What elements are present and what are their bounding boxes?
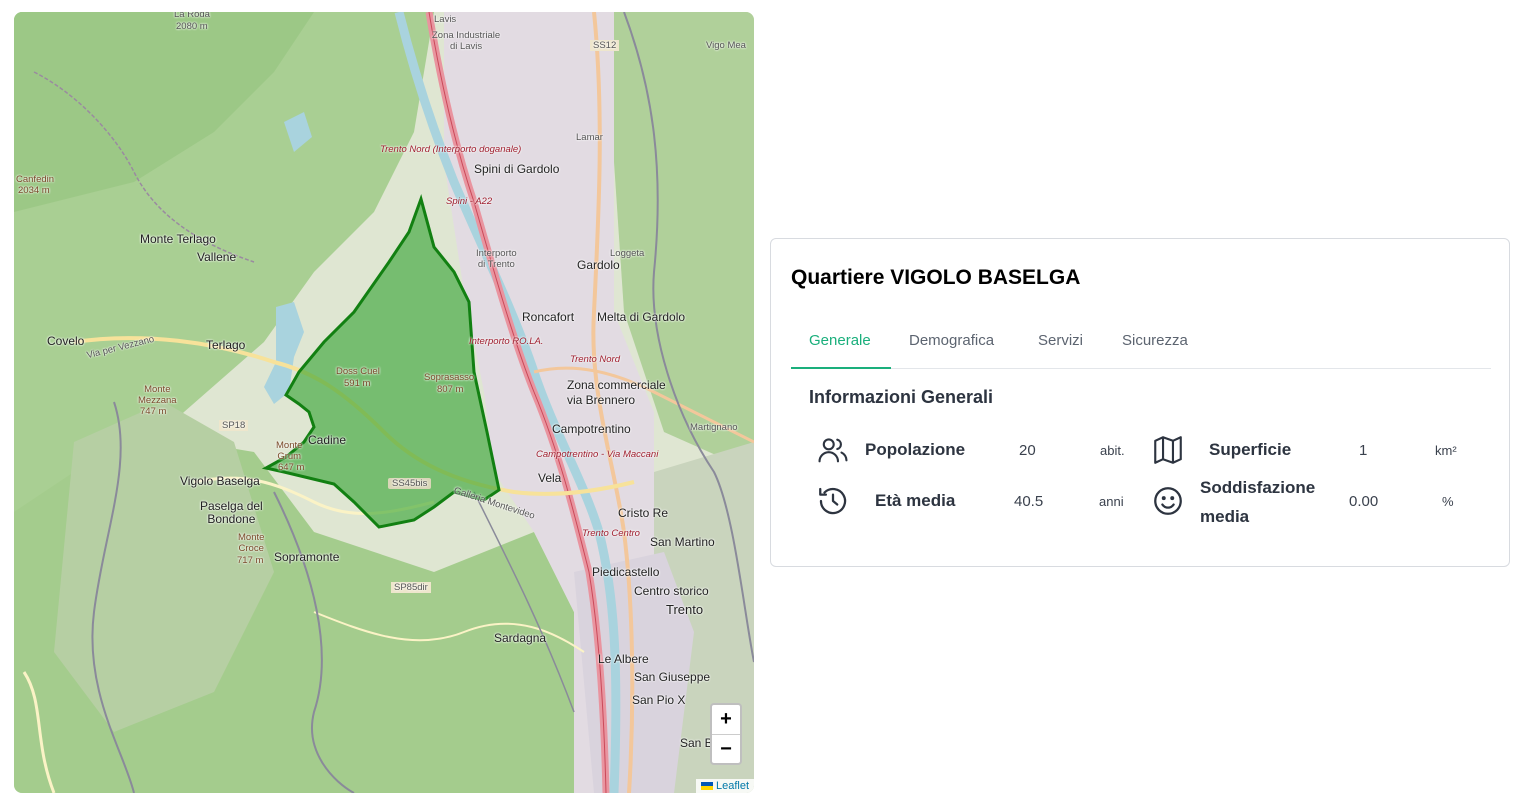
map-label: Spini di Gardolo: [474, 162, 560, 176]
map-label: Loggeta: [610, 248, 645, 259]
map-label: Piedicastello: [592, 565, 660, 579]
map-label: Lamar: [576, 132, 603, 143]
map-label: Monte Terlago: [140, 232, 216, 246]
map-label: Cristo Re: [618, 506, 669, 520]
stat-unit-superficie: km²: [1435, 443, 1457, 458]
map-label: Covelo: [47, 334, 85, 348]
map-label: 2080 m: [176, 21, 208, 32]
map-container[interactable]: La Roda 2080 m Canfedin 2034 m Monte Ter…: [14, 12, 754, 793]
map-label: Trento Nord (Interporto doganale): [380, 144, 522, 155]
stat-value-superficie: 1: [1359, 442, 1368, 459]
map-label: Campotrentino: [552, 422, 631, 436]
stat-label-popolazione: Popolazione: [865, 440, 966, 459]
map-label: Monte Grum: [276, 440, 303, 462]
info-panel: Quartiere VIGOLO BASELGA Generale Demogr…: [770, 238, 1510, 567]
map-label: Vela: [538, 471, 562, 485]
stat-value-eta-media: 40.5: [1014, 493, 1044, 510]
map-icon: [1154, 436, 1182, 464]
map-label: Vigo Mea: [706, 40, 746, 51]
map-label: 807 m: [437, 384, 464, 395]
stat-label-superficie: Superficie: [1209, 440, 1292, 459]
panel-title: Quartiere VIGOLO BASELGA: [791, 266, 1081, 289]
map-label: Interporto di Trento: [476, 248, 517, 270]
users-icon: [818, 438, 848, 463]
map-label: Zona Industriale di Lavis: [432, 30, 501, 52]
map-label: La Roda: [174, 12, 210, 20]
map-label: Sopramonte: [274, 550, 340, 564]
map-label: Terlago: [206, 338, 246, 352]
map-label: 2034 m: [18, 185, 50, 196]
map-label: Centro storico: [634, 584, 709, 598]
map-label: SP85dir: [391, 582, 431, 593]
map-label: Zona commerciale via Brennero: [567, 378, 666, 407]
map-label: Canfedin: [16, 174, 55, 185]
tab-sicurezza[interactable]: Sicurezza: [1104, 329, 1206, 369]
map-label: Doss Cuel: [336, 366, 380, 377]
map-label: Monte Croce: [238, 532, 265, 554]
tab-demografica[interactable]: Demografica: [891, 329, 1012, 369]
map-label: San Martino: [650, 535, 715, 549]
stat-unit-popolazione: abit.: [1100, 443, 1125, 458]
map-label: Soprasasso: [424, 372, 475, 383]
map-label: Spini - A22: [446, 196, 493, 207]
map-label: Trento Nord: [570, 354, 620, 365]
map-label: Paselga del Bondone: [200, 499, 263, 526]
stat-value-soddisfazione: 0.00: [1349, 493, 1379, 510]
map-label: Vigolo Baselga: [180, 474, 260, 488]
map-label: San B: [680, 736, 713, 750]
stat-unit-eta-media: anni: [1099, 494, 1124, 509]
map-label: Le Albere: [598, 652, 649, 666]
map-label: Roncafort: [522, 310, 575, 324]
history-icon: [819, 487, 847, 515]
map-label: Gardolo: [577, 258, 620, 272]
map-label: Monte Mezzana: [138, 384, 177, 406]
leaflet-link[interactable]: Leaflet: [716, 780, 749, 792]
map-label: 717 m: [237, 555, 264, 566]
map-label: Interporto RO.LA.: [469, 336, 544, 347]
zoom-in-button[interactable]: +: [712, 705, 740, 734]
map-label: Martignano: [690, 422, 738, 433]
zoom-out-button[interactable]: −: [712, 734, 740, 763]
map-label: Trento Centro: [582, 528, 640, 539]
map-label: Lavis: [434, 14, 457, 25]
map-label: San Pio X: [632, 693, 686, 707]
map-label: 747 m: [140, 406, 167, 417]
map-label: 647 m: [278, 462, 305, 473]
tab-servizi[interactable]: Servizi: [1020, 329, 1101, 369]
map-label: Sardagna: [494, 631, 547, 645]
tab-bar: Generale Demografica Servizi Sicurezza: [791, 329, 1491, 369]
smile-icon: [1154, 487, 1182, 515]
map-label: Trento: [666, 602, 704, 617]
map-label: SS12: [590, 40, 620, 51]
map-label: 591 m: [344, 378, 371, 389]
stat-label-eta-media: Età media: [875, 491, 956, 510]
stat-label-soddisfazione: Soddisfazione media: [1200, 478, 1316, 526]
tab-generale[interactable]: Generale: [791, 329, 891, 369]
map-label: SS45bis: [388, 478, 432, 489]
map-attribution: Leaflet: [695, 779, 754, 793]
zoom-control: + −: [710, 703, 742, 765]
stat-value-popolazione: 20: [1019, 442, 1036, 459]
ukraine-flag-icon: [700, 782, 713, 790]
section-title: Informazioni Generali: [809, 387, 994, 407]
map-label: Vallene: [197, 250, 237, 264]
stat-unit-soddisfazione: %: [1442, 494, 1454, 509]
map-label: SP18: [219, 420, 249, 431]
map-label: San Giuseppe: [634, 670, 711, 684]
map-label: Cadine: [308, 433, 347, 447]
map-label: Melta di Gardolo: [597, 310, 686, 324]
map-label: Campotrentino - Via Maccani: [536, 449, 659, 460]
